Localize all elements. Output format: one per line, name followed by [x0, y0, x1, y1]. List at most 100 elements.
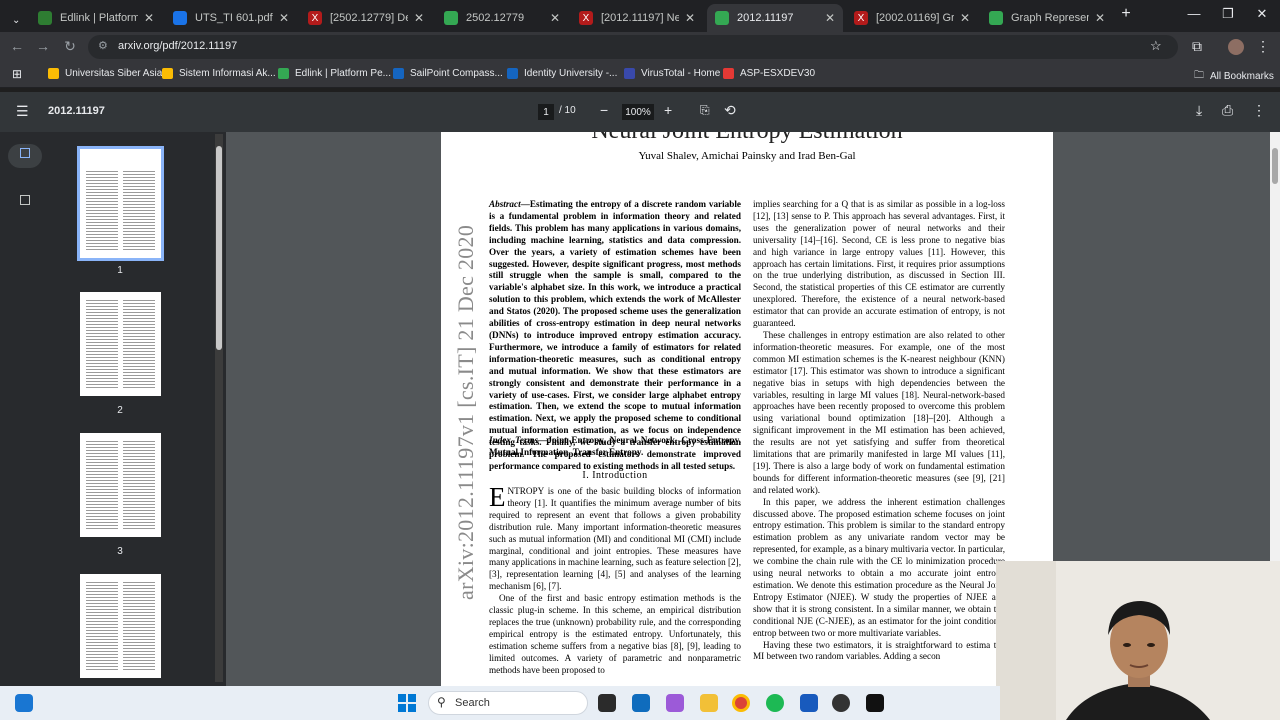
taskbar-search[interactable]: ⚲ Search	[428, 691, 588, 715]
thumbnail-text-line	[123, 456, 155, 457]
menu-kebab-icon[interactable]: ⋮	[1254, 38, 1272, 55]
thumbnail-text-line	[123, 216, 155, 217]
thumbnail-text-line	[86, 246, 118, 247]
minimize-icon[interactable]: —	[1184, 6, 1204, 21]
bookmark-star-icon[interactable]: ☆	[1150, 38, 1162, 54]
thumbnail-text-line	[123, 240, 155, 241]
close-icon[interactable]: ✕	[685, 11, 695, 25]
viewer-scrollbar-handle[interactable]	[1272, 148, 1278, 184]
forward-arrow-icon[interactable]: →	[34, 38, 52, 54]
tab-arxiv-2502[interactable]: X [2502.12779] Depen✕	[300, 4, 432, 32]
fit-page-icon[interactable]: ⎘	[700, 103, 710, 118]
outlook-icon[interactable]	[632, 694, 650, 712]
thumbnail-text-line	[86, 606, 118, 607]
tab-pdf-2502[interactable]: 2502.12779 ✕	[436, 4, 568, 32]
word-icon[interactable]	[800, 694, 818, 712]
thumbnail-text-line	[86, 633, 118, 634]
zoom-in-icon[interactable]: +	[664, 102, 672, 118]
copilot-icon[interactable]	[666, 694, 684, 712]
reload-icon[interactable]: ↻	[61, 38, 79, 55]
file-explorer-icon[interactable]	[700, 694, 718, 712]
close-icon[interactable]: ✕	[960, 11, 970, 25]
print-icon[interactable]: ⎙	[1222, 102, 1233, 119]
page-thumbnail-3[interactable]	[80, 433, 161, 537]
page-thumbnail-2[interactable]	[80, 292, 161, 396]
arxiv-stamp: arXiv:2012.11197v1 [cs.IT] 21 Dec 2020	[453, 224, 478, 600]
zoom-out-icon[interactable]: −	[600, 102, 608, 118]
tab-arxiv-2002[interactable]: X [2002.01169] Graph✕	[846, 4, 978, 32]
thumbnail-text-line	[123, 669, 155, 670]
close-icon[interactable]: ✕	[1095, 11, 1105, 25]
thumbnail-text-line	[86, 657, 118, 658]
tab-graph-representation[interactable]: Graph Representati✕	[981, 4, 1113, 32]
chrome-icon[interactable]	[732, 694, 750, 712]
profile-avatar[interactable]	[1228, 39, 1244, 55]
bookmark-sailpoint[interactable]: SailPoint Compass...	[393, 68, 503, 79]
tab-pdf-2012-active[interactable]: 2012.11197 ✕	[707, 4, 843, 32]
thumbnail-text-line	[86, 618, 118, 619]
thumbnail-text-line	[86, 378, 118, 379]
url-text[interactable]: arxiv.org/pdf/2012.11197	[118, 40, 237, 52]
notion-icon[interactable]	[866, 694, 884, 712]
thumbnail-text-line	[123, 369, 155, 370]
tab-arxiv-2012[interactable]: X [2012.11197] Neural✕	[571, 4, 703, 32]
thumbnail-scrollbar-handle[interactable]	[216, 146, 222, 350]
sidebar-menu-icon[interactable]: ☰	[16, 103, 29, 120]
close-icon[interactable]: ✕	[550, 11, 560, 25]
more-options-icon[interactable]: ⋮	[1252, 102, 1266, 119]
bookmark-asp-esxdev30[interactable]: ASP-ESXDEV30	[723, 68, 815, 79]
window-close-icon[interactable]: ✕	[1252, 6, 1272, 22]
zoom-level-input[interactable]: 100%	[622, 104, 654, 120]
close-icon[interactable]: ✕	[279, 11, 289, 25]
apps-grid-icon[interactable]: ⊞	[12, 67, 22, 81]
download-icon[interactable]: ⤓	[1196, 102, 1202, 119]
thumbnail-text-line	[123, 237, 155, 238]
bookmark-sistem-informasi[interactable]: Sistem Informasi Ak...	[162, 68, 276, 79]
thumbnail-text-line	[123, 648, 155, 649]
thumbnail-text-line	[123, 489, 155, 490]
tab-google-drive[interactable]: UTS_TI 601.pdf - Go✕	[165, 4, 297, 32]
page-thumbnail-1[interactable]	[77, 146, 164, 261]
thumbnail-text-line	[123, 618, 155, 619]
bookmark-virustotal[interactable]: VirusTotal - Home	[624, 68, 720, 79]
thumbnail-text-line	[86, 585, 118, 586]
bookmark-edlink[interactable]: Edlink | Platform Pe...	[278, 68, 391, 79]
thumbnail-text-line	[123, 603, 155, 604]
thumbnail-text-line	[86, 195, 118, 196]
obs-icon[interactable]	[832, 694, 850, 712]
all-bookmarks-button[interactable]: 🗀 All Bookmarks	[1194, 68, 1274, 85]
thumbnail-text-line	[86, 180, 118, 181]
bookmark-identity-university[interactable]: Identity University -...	[507, 68, 617, 79]
rotate-icon[interactable]: ⟲	[724, 102, 736, 119]
thumbnail-text-line	[123, 477, 155, 478]
thumbnail-text-line	[86, 174, 118, 175]
page-number-input[interactable]: 1	[538, 104, 554, 120]
thumbnail-text-line	[86, 171, 118, 172]
bookmark-universitas[interactable]: Universitas Siber Asia	[48, 68, 162, 79]
tab-edlink[interactable]: Edlink | Platform Pen✕	[30, 4, 162, 32]
spotify-icon[interactable]	[766, 694, 784, 712]
omnibox[interactable]: ⚙ arxiv.org/pdf/2012.11197 ☆	[88, 35, 1178, 59]
extensions-icon[interactable]: ⧉	[1188, 38, 1206, 55]
outline-view-icon[interactable]	[20, 195, 30, 205]
thumbnail-text-line	[86, 528, 118, 529]
tab-search-button[interactable]: ⌄	[4, 6, 28, 34]
paper-title: Neural Joint Entropy Estimation	[441, 132, 1053, 145]
site-info-icon[interactable]: ⚙	[98, 39, 108, 52]
back-arrow-icon[interactable]: ←	[8, 38, 26, 54]
close-icon[interactable]: ✕	[144, 11, 154, 25]
thumbnail-text-line	[86, 582, 118, 583]
thumbnail-text-line	[86, 231, 118, 232]
new-tab-plus-icon[interactable]: +	[1116, 5, 1136, 23]
thumbnail-text-line	[86, 627, 118, 628]
task-view-icon[interactable]	[598, 694, 616, 712]
windows-taskbar: ⚲ Search	[0, 686, 1000, 720]
close-icon[interactable]: ✕	[825, 11, 835, 25]
thumbnail-text-line	[123, 600, 155, 601]
thumbnail-view-button[interactable]	[8, 144, 42, 168]
restore-icon[interactable]: ❐	[1218, 6, 1238, 22]
widgets-icon[interactable]	[15, 694, 33, 712]
page-thumbnail-4[interactable]	[80, 574, 161, 678]
close-icon[interactable]: ✕	[414, 11, 424, 25]
windows-start-icon[interactable]	[398, 694, 416, 712]
